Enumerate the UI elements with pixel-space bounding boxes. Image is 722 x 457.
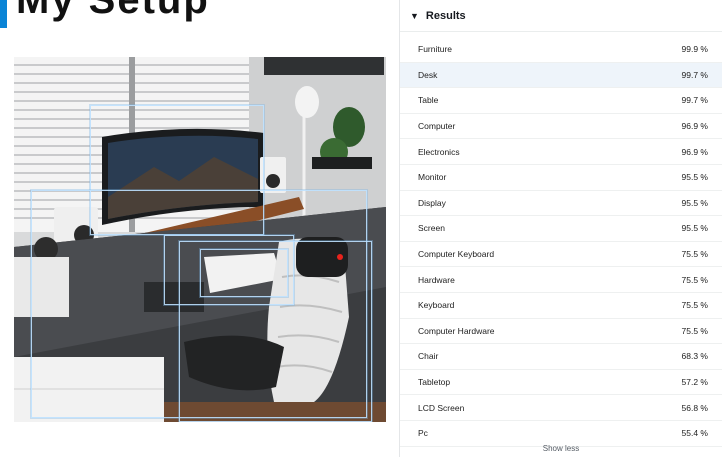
result-label: Display <box>418 197 446 208</box>
result-row[interactable]: Hardware 75.5 % <box>400 267 722 293</box>
results-list: Furniture 99.9 % Desk 99.7 % Table 99.7 % C… <box>400 37 722 447</box>
result-confidence: 57.2 % <box>681 377 708 388</box>
result-label: Table <box>418 95 439 106</box>
result-label: Chair <box>418 351 439 362</box>
result-confidence: 56.8 % <box>681 402 708 413</box>
result-confidence: 75.5 % <box>681 249 708 260</box>
result-confidence: 99.9 % <box>681 44 708 55</box>
result-row[interactable]: Furniture 99.9 % <box>400 37 722 63</box>
results-panel: ▼ Results Furniture 99.9 % Desk 99.7 % Tab… <box>400 0 722 457</box>
result-label: LCD Screen <box>418 402 465 413</box>
result-row[interactable]: Electronics 96.9 % <box>400 139 722 165</box>
result-label: Hardware <box>418 274 455 285</box>
collapse-caret-icon[interactable]: ▼ <box>410 11 419 21</box>
result-row[interactable]: LCD Screen 56.8 % <box>400 395 722 421</box>
analyzed-photo <box>14 57 386 422</box>
result-label: Screen <box>418 223 445 234</box>
result-confidence: 96.9 % <box>681 146 708 157</box>
result-row[interactable]: Table 99.7 % <box>400 88 722 114</box>
result-label: Tabletop <box>418 377 451 388</box>
selection-marker <box>337 254 343 260</box>
result-confidence: 99.7 % <box>681 69 708 80</box>
result-row[interactable]: Tabletop 57.2 % <box>400 370 722 396</box>
result-confidence: 68.3 % <box>681 351 708 362</box>
result-row[interactable]: Desk 99.7 % <box>400 62 722 89</box>
result-label: Computer Hardware <box>418 325 495 336</box>
result-row[interactable]: Computer Keyboard 75.5 % <box>400 242 722 268</box>
result-label: Computer Keyboard <box>418 249 495 260</box>
result-confidence: 75.5 % <box>681 274 708 285</box>
result-row[interactable]: Pc 55.4 % <box>400 421 722 447</box>
results-header[interactable]: ▼ Results <box>400 0 722 32</box>
result-row[interactable]: Monitor 95.5 % <box>400 165 722 191</box>
result-row[interactable]: Screen 95.5 % <box>400 216 722 242</box>
result-label: Keyboard <box>418 300 455 311</box>
result-confidence: 95.5 % <box>681 172 708 183</box>
result-confidence: 55.4 % <box>681 428 708 439</box>
result-row[interactable]: Computer Hardware 75.5 % <box>400 319 722 345</box>
result-row[interactable]: Keyboard 75.5 % <box>400 293 722 319</box>
show-less-link[interactable]: Show less <box>400 444 722 453</box>
accent-bar <box>0 0 7 28</box>
result-row[interactable]: Computer 96.9 % <box>400 114 722 140</box>
result-label: Furniture <box>418 44 453 55</box>
image-panel: My Setup <box>0 0 400 457</box>
result-label: Pc <box>418 428 428 439</box>
result-row[interactable]: Chair 68.3 % <box>400 344 722 370</box>
result-confidence: 75.5 % <box>681 325 708 336</box>
result-label: Electronics <box>418 146 460 157</box>
result-confidence: 96.9 % <box>681 121 708 132</box>
result-label: Monitor <box>418 172 447 183</box>
result-confidence: 75.5 % <box>681 300 708 311</box>
result-label: Desk <box>418 69 438 80</box>
page-title: My Setup <box>16 0 210 22</box>
result-label: Computer <box>418 121 456 132</box>
result-confidence: 95.5 % <box>681 197 708 208</box>
result-confidence: 95.5 % <box>681 223 708 234</box>
bbox-chair <box>179 241 372 422</box>
results-title: Results <box>425 9 466 22</box>
result-row[interactable]: Display 95.5 % <box>400 191 722 217</box>
result-confidence: 99.7 % <box>681 95 708 106</box>
